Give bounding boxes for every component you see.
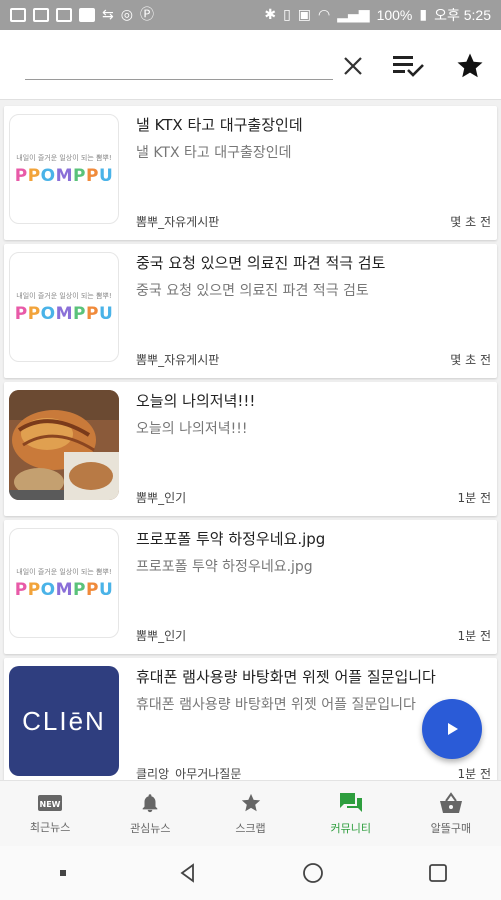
post-source: 뽐뿌_인기 xyxy=(136,629,187,643)
post-source: 뽐뿌_자유게시판 xyxy=(136,353,220,367)
play-icon xyxy=(448,723,458,735)
volte-icon: ▣ xyxy=(297,7,312,23)
chat-icon xyxy=(339,792,362,812)
recents-square-icon xyxy=(429,864,448,882)
system-recents-button[interactable] xyxy=(418,853,458,893)
ppomppu-wordmark: PPOMPPU xyxy=(14,303,114,324)
favorite-button[interactable] xyxy=(452,48,488,84)
post-summary: 프로포폴 투약 하정우네요.jpg xyxy=(136,559,313,575)
post-time: 1분 전 xyxy=(457,767,491,780)
post-card[interactable]: 내일이 즐거운 일상이 되는 뽐뿌! PPOMPPU 프로포폴 투약 하정우네요… xyxy=(4,520,497,654)
post-time: 몇 초 전 xyxy=(450,353,491,367)
post-time: 1분 전 xyxy=(457,629,491,643)
nav-item-scrap[interactable]: 스크랩 xyxy=(200,781,300,846)
bluetooth-icon: ✱ xyxy=(264,7,277,23)
status-bar: ⇆ ◎ Ⓟ ✱ ▯ ▣ ◠ ▂▄▆ 100% ▮ 오후 5:25 xyxy=(0,0,501,30)
bottom-nav: NEW 최근뉴스 관심뉴스 스크랩 커뮤니티 알뜰구매 xyxy=(0,780,501,846)
status-notifications: ⇆ ◎ Ⓟ xyxy=(10,8,154,22)
post-title: 오늘의 나의저녁!!! xyxy=(136,392,256,410)
close-icon xyxy=(344,57,362,75)
post-thumbnail xyxy=(9,390,119,500)
post-summary: 중국 요청 있으면 의료진 파견 적극 검토 xyxy=(136,283,369,299)
system-home-button[interactable] xyxy=(293,853,333,893)
post-summary: 낼 KTX 타고 대구출장인데 xyxy=(136,145,292,161)
search-header xyxy=(0,30,501,100)
battery-icon: ▮ xyxy=(419,7,428,23)
clear-search-button[interactable] xyxy=(335,48,371,84)
status-system: ✱ ▯ ▣ ◠ ▂▄▆ 100% ▮ 오후 5:25 xyxy=(264,5,491,25)
checklist-icon xyxy=(393,56,424,77)
post-card[interactable]: 오늘의 나의저녁!!! 오늘의 나의저녁!!! 뽐뿌_인기 1분 전 xyxy=(4,382,497,516)
nav-item-interest-news[interactable]: 관심뉴스 xyxy=(100,781,200,846)
ppomppu-logo: 내일이 즐거운 일상이 되는 뽐뿌! PPOMPPU xyxy=(10,529,118,637)
image-icon xyxy=(56,8,72,22)
nav-label: 알뜰구매 xyxy=(430,821,472,835)
post-time: 1분 전 xyxy=(457,491,491,505)
ppomppu-tagline: 내일이 즐거운 일상이 되는 뽐뿌! xyxy=(16,291,112,300)
post-list: 내일이 즐거운 일상이 되는 뽐뿌! PPOMPPU 낼 KTX 타고 대구출장… xyxy=(0,100,501,780)
post-title: 중국 요청 있으면 의료진 파견 적극 검토 xyxy=(136,254,386,272)
p-app-icon: Ⓟ xyxy=(139,7,154,23)
nav-item-community[interactable]: 커뮤니티 xyxy=(301,781,401,846)
nav-label: 스크랩 xyxy=(235,821,266,835)
post-card[interactable]: 내일이 즐거운 일상이 되는 뽐뿌! PPOMPPU 낼 KTX 타고 대구출장… xyxy=(4,106,497,240)
mail-icon xyxy=(33,8,49,22)
star-icon xyxy=(457,53,483,78)
system-nav-bar xyxy=(0,846,501,900)
nav-item-smart-shopping[interactable]: 알뜰구매 xyxy=(401,781,501,846)
nav-label: 커뮤니티 xyxy=(330,821,371,835)
back-triangle-icon xyxy=(180,863,194,883)
basket-icon xyxy=(439,791,462,813)
post-source: 뽐뿌_인기 xyxy=(136,491,187,505)
home-circle-icon xyxy=(303,863,324,883)
ppomppu-wordmark: PPOMPPU xyxy=(14,579,114,600)
play-fab-button[interactable] xyxy=(422,699,482,759)
post-thumbnail: 내일이 즐거운 일상이 되는 뽐뿌! PPOMPPU xyxy=(9,252,119,362)
battery-percent: 100% xyxy=(376,7,413,23)
ppomppu-tagline: 내일이 즐거운 일상이 되는 뽐뿌! xyxy=(16,567,112,576)
ppomppu-wordmark: PPOMPPU xyxy=(14,165,114,186)
ppomppu-tagline: 내일이 즐거운 일상이 되는 뽐뿌! xyxy=(16,153,112,162)
ppomppu-logo: 내일이 즐거운 일상이 되는 뽐뿌! PPOMPPU xyxy=(10,253,118,361)
app-icon xyxy=(79,8,95,22)
message-icon xyxy=(10,8,26,22)
post-card[interactable]: 내일이 즐거운 일상이 되는 뽐뿌! PPOMPPU 중국 요청 있으면 의료진… xyxy=(4,244,497,378)
bell-icon xyxy=(142,793,158,812)
dot-icon xyxy=(59,870,66,876)
nav-label: 최근뉴스 xyxy=(29,820,71,834)
ppomppu-logo: 내일이 즐거운 일상이 되는 뽐뿌! PPOMPPU xyxy=(10,115,118,223)
post-title: 프로포폴 투약 하정우네요.jpg xyxy=(136,530,326,548)
usb-icon: ⇆ xyxy=(102,7,114,23)
nav-item-recent-news[interactable]: NEW 최근뉴스 xyxy=(0,781,100,846)
nav-label: 관심뉴스 xyxy=(130,821,171,835)
location-icon: ◎ xyxy=(120,7,133,23)
post-title: 낼 KTX 타고 대구출장인데 xyxy=(136,116,303,134)
new-badge-icon: NEW xyxy=(38,794,63,811)
clien-logo: CLIēN xyxy=(22,705,106,736)
post-thumbnail: CLIēN xyxy=(9,666,119,776)
post-source: 뽐뿌_자유게시판 xyxy=(136,215,220,229)
wifi-icon: ◠ xyxy=(318,7,331,23)
post-thumbnail: 내일이 즐거운 일상이 되는 뽐뿌! PPOMPPU xyxy=(9,114,119,224)
system-back-button[interactable] xyxy=(168,853,208,893)
star-icon xyxy=(241,793,260,811)
svg-text:NEW: NEW xyxy=(40,800,61,809)
select-items-button[interactable] xyxy=(390,48,426,84)
post-thumbnail: 내일이 즐거운 일상이 되는 뽐뿌! PPOMPPU xyxy=(9,528,119,638)
system-menu-button[interactable] xyxy=(43,853,83,893)
post-title: 휴대폰 램사용량 바탕화면 위젯 어플 질문입니다 xyxy=(136,668,436,686)
food-photo xyxy=(9,390,119,500)
signal-icon: ▂▄▆ xyxy=(337,7,370,23)
post-summary: 오늘의 나의저녁!!! xyxy=(136,421,248,437)
clock: 오후 5:25 xyxy=(434,7,491,23)
post-source: 클리앙_아무거나질문 xyxy=(136,767,242,780)
vibrate-icon: ▯ xyxy=(283,7,291,23)
search-input[interactable] xyxy=(25,52,333,80)
post-time: 몇 초 전 xyxy=(450,215,491,229)
